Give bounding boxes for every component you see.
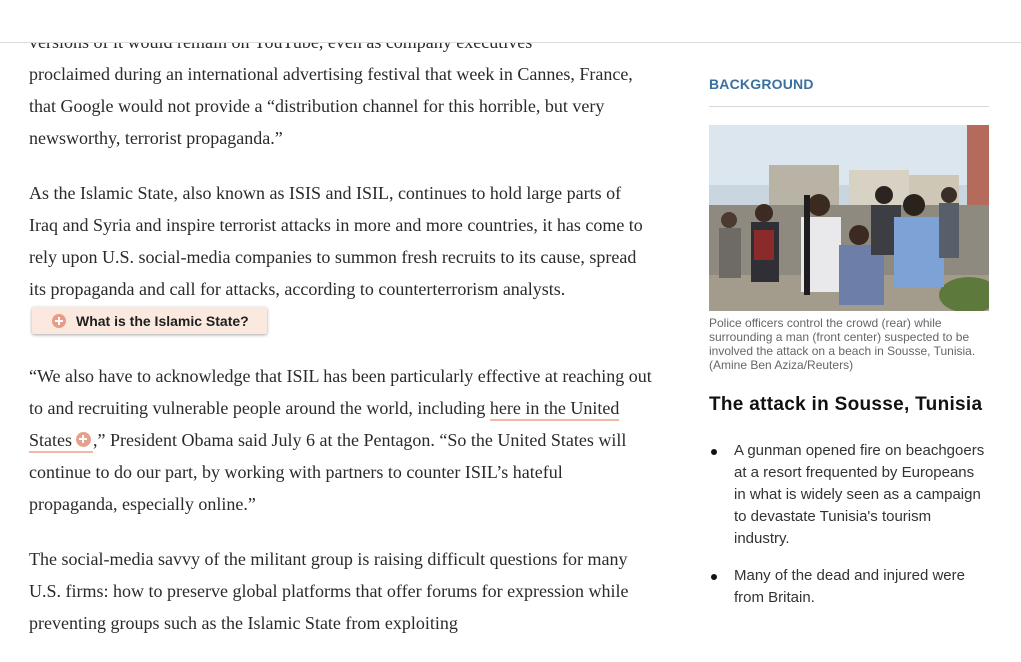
sidebar-bullet-list: A gunman opened fire on beachgoers at a …	[709, 440, 989, 609]
article-paragraph-1: versions of it would remain on YouTube, …	[29, 26, 654, 154]
list-item: Many of the dead and injured were from B…	[709, 565, 989, 609]
explainer-label: What is the Islamic State?	[76, 312, 249, 329]
paragraph-text: ,” President Obama said July 6 at the Pe…	[29, 430, 627, 514]
islamic-state-explainer-button[interactable]: What is the Islamic State?	[32, 307, 267, 335]
photo-illustration	[709, 125, 989, 311]
paragraph-text: The social-media savvy of the militant g…	[29, 549, 629, 633]
photo-caption: Police officers control the crowd (rear)…	[709, 316, 976, 372]
plus-circle-icon	[52, 313, 66, 328]
paragraph-text: proclaimed during an international adver…	[29, 64, 633, 148]
sousse-news-photo[interactable]	[709, 125, 989, 311]
plus-circle-icon	[76, 432, 91, 447]
sidebar-headline: The attack in Sousse, Tunisia	[709, 394, 983, 415]
paragraph-text: As the Islamic State, also known as ISIS…	[29, 183, 643, 299]
article-paragraph-4: The social-media savvy of the militant g…	[29, 543, 654, 639]
sidebar-kicker: BACKGROUND	[709, 76, 989, 107]
article-paragraph-2: As the Islamic State, also known as ISIS…	[29, 177, 654, 337]
top-nav-bar	[0, 0, 1021, 43]
article-paragraph-3: “We also have to acknowledge that ISIL h…	[29, 360, 654, 520]
article-body: versions of it would remain on YouTube, …	[29, 26, 654, 662]
background-sidebar: BACKGROUND Police officers control the c…	[709, 76, 989, 624]
list-item: A gunman opened fire on beachgoers at a …	[709, 440, 989, 550]
